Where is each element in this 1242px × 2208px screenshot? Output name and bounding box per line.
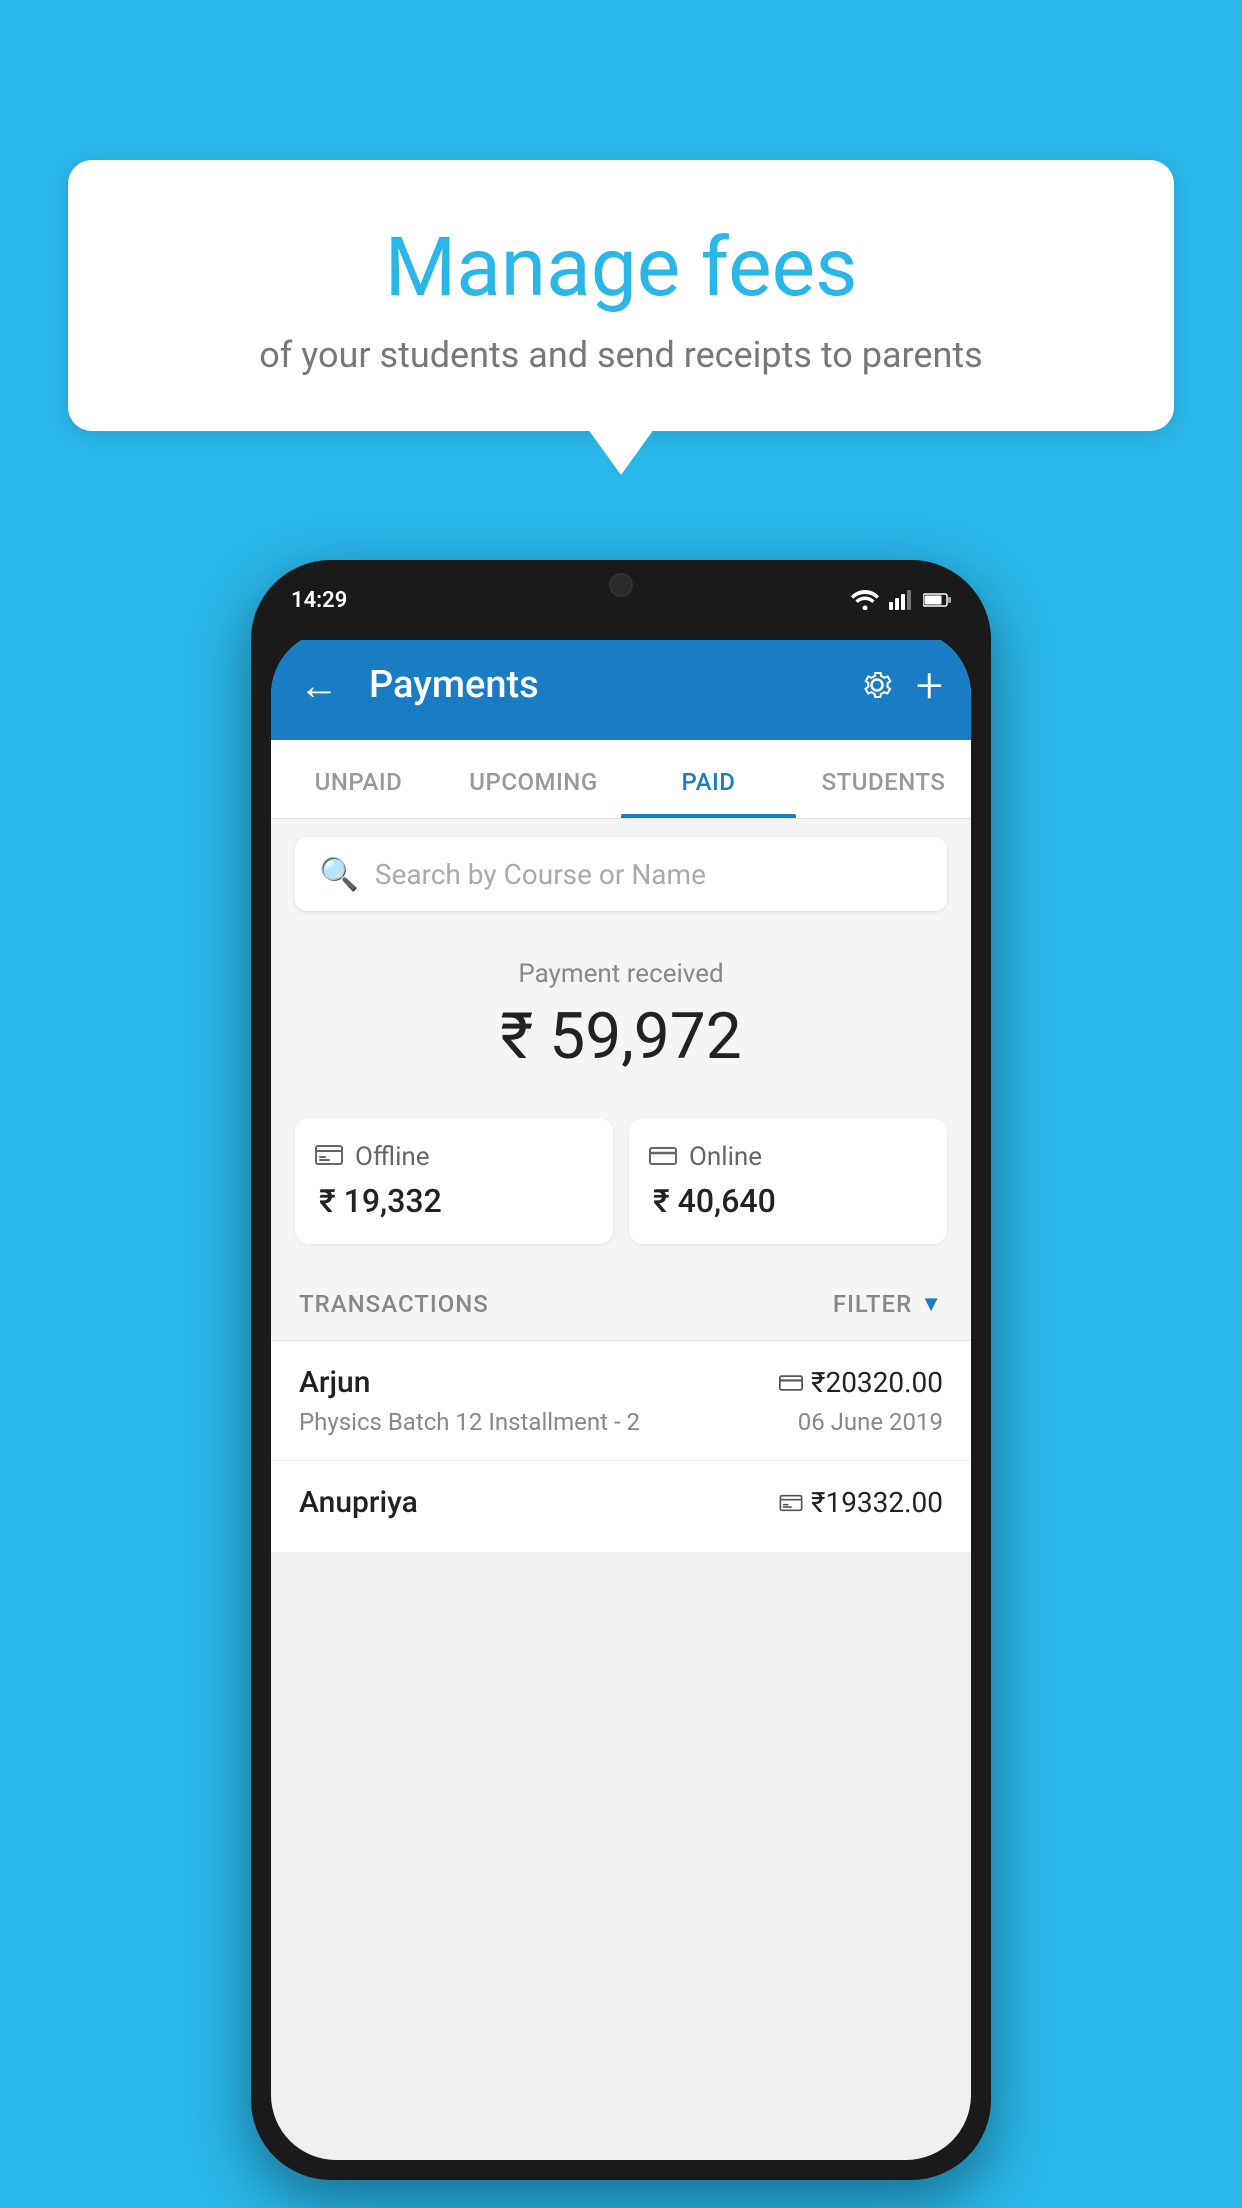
speech-bubble: Manage fees of your students and send re…: [68, 160, 1174, 431]
transaction-amount-value-1: ₹19332.00: [811, 1486, 943, 1519]
offline-payment-icon-1: [779, 1494, 803, 1512]
filter-icon: ▼: [920, 1291, 943, 1317]
phone-notch: [561, 560, 681, 610]
filter-label: FILTER: [833, 1290, 912, 1318]
online-amount: ₹ 40,640: [649, 1182, 927, 1220]
status-bar: 14:29: [251, 560, 991, 640]
battery-icon: [923, 592, 951, 608]
online-card: Online ₹ 40,640: [629, 1118, 947, 1244]
signal-icon: [889, 590, 913, 610]
transaction-name-1: Anupriya: [299, 1485, 418, 1520]
camera-dot: [609, 573, 633, 597]
bubble-subtitle: of your students and send receipts to pa…: [118, 334, 1124, 376]
tab-students[interactable]: STUDENTS: [796, 740, 971, 818]
offline-icon: [315, 1142, 343, 1172]
app-bar: ← Payments +: [271, 630, 971, 740]
transactions-label: TRANSACTIONS: [299, 1290, 489, 1318]
payment-amount: ₹ 59,972: [295, 999, 947, 1074]
offline-amount: ₹ 19,332: [315, 1182, 593, 1220]
offline-card-header: Offline: [315, 1142, 593, 1172]
add-button[interactable]: +: [916, 657, 943, 714]
tab-upcoming[interactable]: UPCOMING: [446, 740, 621, 818]
search-icon: 🔍: [319, 855, 359, 893]
transaction-name-0: Arjun: [299, 1365, 370, 1400]
transaction-top-1: Anupriya ₹19332.00: [299, 1485, 943, 1520]
transaction-amount-0: ₹20320.00: [779, 1366, 943, 1399]
transaction-date-0: 06 June 2019: [798, 1408, 943, 1436]
back-button[interactable]: ←: [299, 662, 339, 709]
wifi-icon: [851, 590, 879, 610]
payment-summary: Payment received ₹ 59,972: [271, 929, 971, 1118]
app-bar-title: Payments: [369, 663, 838, 707]
bubble-title: Manage fees: [118, 220, 1124, 316]
transaction-bottom-0: Physics Batch 12 Installment - 2 06 June…: [299, 1408, 943, 1436]
online-payment-icon-0: [779, 1374, 803, 1392]
tab-unpaid[interactable]: UNPAID: [271, 740, 446, 818]
payment-received-label: Payment received: [295, 959, 947, 989]
search-bar[interactable]: 🔍 Search by Course or Name: [295, 837, 947, 911]
transaction-top-0: Arjun ₹20320.00: [299, 1365, 943, 1400]
status-icons: [851, 590, 951, 610]
transaction-item-1[interactable]: Anupriya ₹19332.00: [271, 1461, 971, 1553]
transaction-amount-1: ₹19332.00: [779, 1486, 943, 1519]
settings-button[interactable]: [858, 666, 896, 704]
tabs-container: UNPAID UPCOMING PAID STUDENTS: [271, 740, 971, 819]
filter-button[interactable]: FILTER ▼: [833, 1290, 943, 1318]
search-input[interactable]: Search by Course or Name: [375, 858, 706, 891]
online-icon: [649, 1142, 677, 1172]
payment-cards: Offline ₹ 19,332 Online ₹ 40,640: [271, 1118, 971, 1268]
transaction-course-0: Physics Batch 12 Installment - 2: [299, 1408, 640, 1436]
transaction-amount-value-0: ₹20320.00: [811, 1366, 943, 1399]
transaction-item-0[interactable]: Arjun ₹20320.00 Physics Batch 12 Install…: [271, 1341, 971, 1461]
offline-card: Offline ₹ 19,332: [295, 1118, 613, 1244]
tab-paid[interactable]: PAID: [621, 740, 796, 818]
online-label: Online: [689, 1142, 762, 1172]
phone-frame: 14:29 ←: [251, 560, 991, 2180]
offline-label: Offline: [355, 1142, 430, 1172]
phone-screen: ← Payments + UNPAID UPCOMING PAID STUDEN…: [271, 630, 971, 2160]
online-card-header: Online: [649, 1142, 927, 1172]
status-time: 14:29: [291, 588, 347, 613]
search-container: 🔍 Search by Course or Name: [271, 819, 971, 929]
transactions-header: TRANSACTIONS FILTER ▼: [271, 1268, 971, 1341]
